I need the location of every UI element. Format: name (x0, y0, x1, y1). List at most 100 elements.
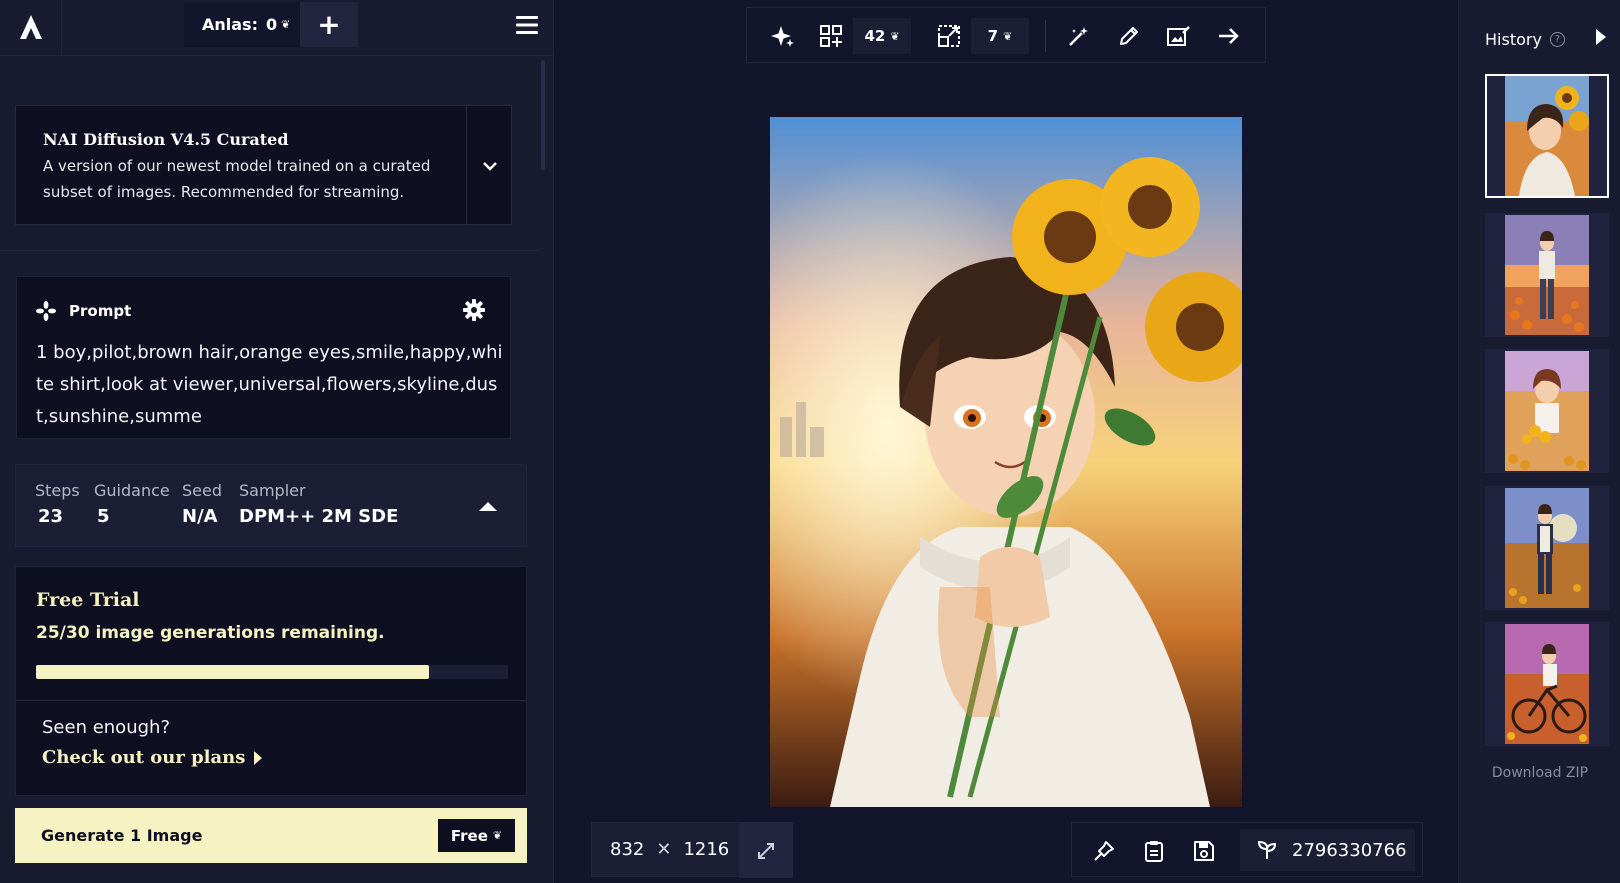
edit-image-button[interactable] (1157, 8, 1201, 64)
pencil-icon (1120, 27, 1138, 45)
pin-button[interactable] (1080, 823, 1128, 878)
anlas-balance: Anlas: 0 ❦ (184, 2, 300, 47)
trial-progress-fill (36, 665, 430, 679)
anlas-coin-icon: ❦ (281, 18, 291, 31)
generate-button[interactable]: Generate 1 Image Free ❦ (15, 808, 527, 863)
prompt-panel: Prompt 1 boy,pilot,brown hair,orange eye… (16, 276, 511, 439)
steps-label: Steps (35, 481, 80, 500)
upscale-icon (938, 25, 960, 47)
times-icon: ✕ (656, 839, 672, 860)
trial-title: Free Trial (36, 589, 140, 611)
image-toolbar: 42 ❦ 7 ❦ (746, 7, 1266, 63)
seed-field[interactable]: 2796330766 (1240, 829, 1415, 871)
enhance-button[interactable] (761, 8, 805, 64)
prompt-settings-button[interactable] (463, 299, 485, 325)
anlas-coin-icon: ❦ (890, 29, 900, 43)
seed-label: Seed (182, 481, 222, 500)
save-button[interactable] (1180, 823, 1228, 878)
menu-button[interactable] (500, 0, 554, 50)
plans-link-label: Check out our plans (42, 747, 246, 768)
generated-image[interactable] (770, 117, 1242, 807)
thumb-image (1505, 488, 1589, 608)
variations-button[interactable] (809, 8, 853, 64)
params-collapse-toggle[interactable] (478, 497, 498, 516)
cost-label: Free (450, 826, 488, 845)
clipboard-icon (1145, 840, 1163, 862)
history-thumb-5[interactable] (1485, 622, 1609, 746)
seed-sprout-icon (1257, 840, 1277, 859)
inpaint-button[interactable] (1107, 8, 1151, 64)
thumb-art (1505, 215, 1589, 335)
history-thumb-3[interactable] (1485, 349, 1609, 473)
thumb-art (1505, 76, 1589, 196)
chevron-down-icon (483, 162, 497, 171)
fullscreen-button[interactable] (739, 823, 793, 878)
history-collapse-button[interactable] (1595, 28, 1607, 50)
buy-anlas-button[interactable]: + (300, 2, 358, 47)
hamburger-icon (516, 16, 538, 34)
anlas-label: Anlas: (202, 15, 258, 34)
magic-wand-button[interactable] (1057, 8, 1101, 64)
prompt-flower-icon (36, 301, 56, 321)
sampler-label: Sampler (239, 481, 306, 500)
sidebar-divider (0, 250, 540, 251)
thumb-art (1505, 624, 1589, 744)
sampler-value: DPM++ 2M SDE (239, 506, 399, 527)
thumb-image (1505, 624, 1589, 744)
model-dropdown-toggle[interactable] (466, 106, 513, 226)
pin-icon (1094, 840, 1114, 861)
download-zip-button[interactable]: Download ZIP (1459, 765, 1620, 781)
param-guidance: Guidance 5 (94, 481, 170, 527)
image-edit-icon (1167, 26, 1190, 46)
generated-image-art (770, 117, 1242, 807)
upscale-cost: 7 ❦ (971, 18, 1029, 54)
thumb-art (1505, 351, 1589, 471)
history-header: History ? (1485, 30, 1565, 49)
trial-divider (16, 700, 526, 701)
gear-icon (463, 299, 485, 321)
anlas-coin-icon: ❦ (1003, 29, 1013, 43)
history-thumb-1[interactable] (1485, 74, 1609, 198)
steps-value: 23 (38, 506, 64, 527)
check-plans-link[interactable]: Check out our plans (42, 747, 263, 768)
generation-params[interactable]: Steps 23 Guidance 5 Seed N/A Sampler DPM… (15, 464, 527, 547)
help-icon[interactable]: ? (1549, 32, 1565, 47)
sparkle-icon (771, 26, 794, 47)
left-sidebar: Anlas: 0 ❦ + NAI Diffusion V4.5 Curated … (0, 0, 554, 883)
sidebar-scrollbar[interactable] (541, 60, 545, 170)
model-name: NAI Diffusion V4.5 Curated (43, 130, 289, 149)
sidebar-topbar: Anlas: 0 ❦ + (0, 0, 554, 56)
prompt-input[interactable]: 1 boy,pilot,brown hair,orange eyes,smile… (36, 337, 506, 433)
dimensions-text: 832 ✕ 1216 (610, 839, 729, 860)
history-thumb-2[interactable] (1485, 213, 1609, 337)
triangle-up-icon (479, 502, 497, 511)
save-icon (1194, 840, 1214, 861)
anlas-coin-icon: ❦ (492, 829, 503, 842)
expand-icon (758, 842, 774, 859)
model-selector[interactable]: NAI Diffusion V4.5 Curated A version of … (15, 105, 513, 226)
logo-icon (19, 15, 42, 39)
magic-wand-icon (1069, 27, 1088, 46)
param-steps: Steps 23 (35, 481, 80, 527)
cost-badge: Free ❦ (438, 819, 515, 852)
dimensions-display: 832 ✕ 1216 (591, 822, 793, 878)
seed-value: N/A (182, 506, 218, 527)
thumb-image (1505, 76, 1589, 196)
anlas-value: 0 (265, 15, 278, 34)
history-title: History (1485, 30, 1542, 49)
variations-cost-value: 42 (864, 27, 886, 45)
upscale-button[interactable] (927, 8, 971, 64)
trial-progress-bar (36, 665, 508, 679)
thumb-image (1505, 215, 1589, 335)
trial-remaining: 25/30 image generations remaining. (36, 623, 385, 643)
caret-right-icon (254, 750, 263, 765)
send-to-next-button[interactable] (1207, 8, 1251, 64)
guidance-label: Guidance (94, 481, 170, 500)
param-sampler: Sampler DPM++ 2M SDE (239, 481, 398, 527)
model-description: A version of our newest model trained on… (43, 157, 431, 201)
arrow-right-icon (1219, 28, 1239, 44)
thumb-image (1505, 351, 1589, 471)
copy-button[interactable] (1130, 823, 1178, 878)
history-thumb-4[interactable] (1485, 486, 1609, 610)
novelai-logo[interactable] (0, 0, 62, 56)
